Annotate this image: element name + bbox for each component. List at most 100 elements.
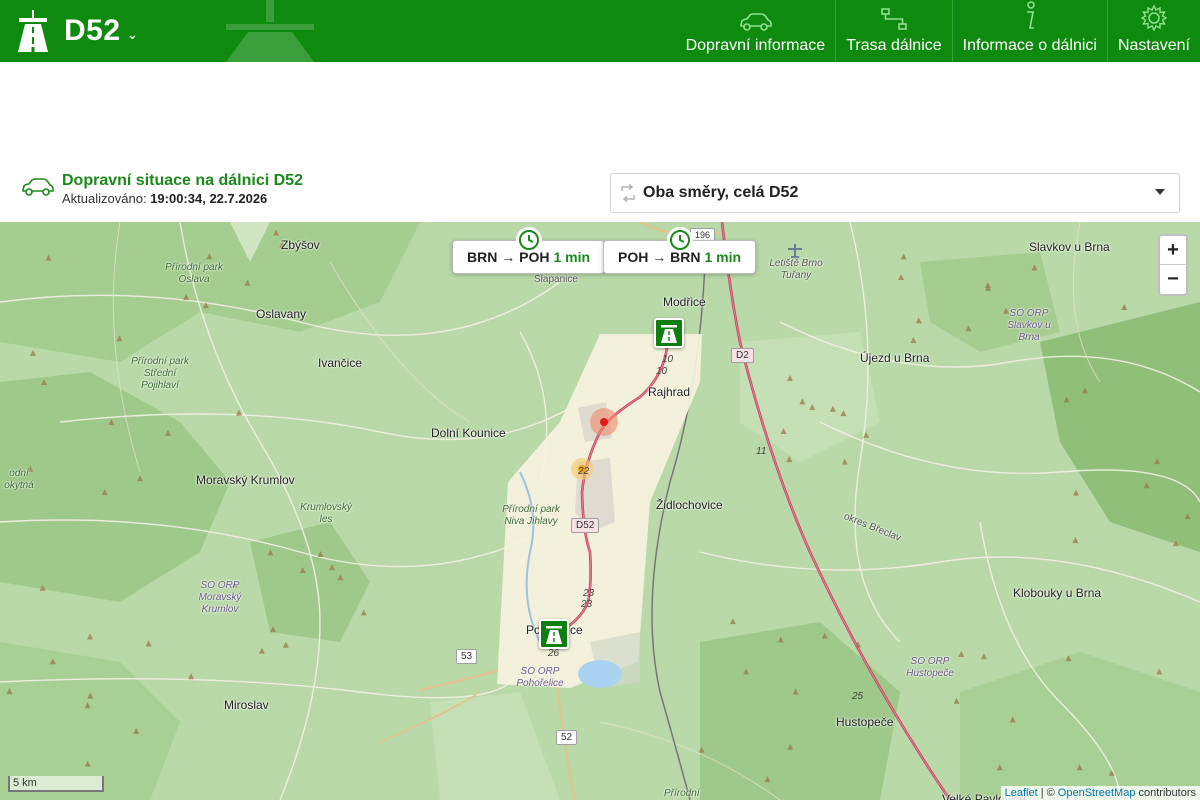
- tree-symbol: [1072, 489, 1079, 496]
- tree-symbol: [317, 551, 324, 558]
- travel-time: 1 min: [553, 249, 591, 265]
- tree-symbol: [1063, 396, 1070, 403]
- km-marker: 10: [662, 354, 674, 365]
- tree-symbol: [829, 405, 836, 412]
- tree-symbol: [267, 549, 274, 556]
- tree-symbol: [329, 564, 336, 571]
- park-label: Přírodní park Střední Pojihlaví: [131, 356, 189, 391]
- tree-symbol: [1072, 537, 1079, 544]
- zoom-control: + −: [1158, 234, 1188, 296]
- place-label: Moravský Krumlov: [196, 473, 295, 487]
- tree-symbol: [799, 398, 806, 405]
- travel-time: 1 min: [704, 249, 742, 265]
- nav-highway-info[interactable]: Informace o dálnici: [951, 0, 1107, 62]
- tree-symbol: [821, 632, 828, 639]
- highway-start-marker[interactable]: [654, 318, 684, 348]
- tree-symbol: [39, 584, 46, 591]
- gear-icon: [1140, 5, 1167, 31]
- nav-label: Dopravní informace: [685, 37, 826, 54]
- road-shield-d2: D2: [731, 348, 754, 363]
- place-label: Hustopeče: [836, 715, 894, 729]
- tree-symbol: [188, 673, 195, 680]
- tree-symbol: [764, 776, 771, 783]
- tree-symbol: [910, 337, 917, 344]
- highway-watermark-icon: [226, 0, 314, 62]
- nav-label: Informace o dálnici: [962, 37, 1097, 54]
- tree-symbol: [786, 374, 793, 381]
- travel-time-poh-brn[interactable]: POH → BRN 1 min: [603, 227, 757, 274]
- leaflet-link[interactable]: Leaflet: [1005, 787, 1038, 799]
- attribution-tail: contributors: [1138, 787, 1196, 799]
- direction-select[interactable]: Oba směry, celá D52: [610, 173, 1180, 213]
- car-icon: [22, 178, 54, 196]
- place-label: Dolní Kounice: [431, 426, 506, 440]
- top-bar: D52 ⌄ Dopravní informace Trasa dálnice I…: [0, 0, 1200, 62]
- km-marker: 25: [852, 691, 864, 702]
- tree-symbol: [1076, 764, 1083, 771]
- osm-link[interactable]: OpenStreetMap: [1058, 787, 1136, 799]
- tree-symbol: [45, 254, 52, 261]
- tree-symbol: [792, 688, 799, 695]
- tree-symbol: [1065, 655, 1072, 662]
- orp-label: SO ORP Pohořelice: [516, 666, 564, 689]
- tree-symbol: [1143, 482, 1150, 489]
- highway-icon: [546, 626, 562, 644]
- main-nav: Dopravní informace Trasa dálnice Informa…: [676, 0, 1200, 62]
- park-label: Přírodní: [664, 788, 700, 799]
- map[interactable]: Zbýšov Oslavany Ivančice Dolní Kounice M…: [0, 222, 1200, 800]
- tree-symbol: [729, 618, 736, 625]
- tree-symbol: [49, 658, 56, 665]
- tree-symbol: [777, 636, 784, 643]
- airport-label: Letiště Brno Tuřany: [769, 258, 823, 281]
- highway-selector[interactable]: D52 ⌄: [14, 10, 138, 52]
- nav-route[interactable]: Trasa dálnice: [835, 0, 951, 62]
- tree-symbol: [244, 279, 251, 286]
- place-label: Slavkov u Brna: [1029, 240, 1110, 254]
- tree-symbol: [900, 253, 907, 260]
- attribution-separator: | ©: [1040, 787, 1055, 799]
- place-label: Miroslav: [224, 698, 269, 712]
- last-updated-label: Aktualizováno:: [62, 191, 147, 206]
- tree-symbol: [863, 431, 870, 438]
- car-icon: [740, 13, 773, 31]
- zoom-out-button[interactable]: −: [1160, 265, 1186, 294]
- tree-symbol: [282, 641, 289, 648]
- travel-time-brn-poh[interactable]: BRN → POH 1 min: [452, 227, 606, 274]
- highway-logo-icon: [18, 10, 48, 52]
- tree-symbol: [137, 475, 144, 482]
- tree-symbol: [258, 647, 265, 654]
- road-shield-53: 53: [456, 649, 478, 664]
- tree-symbol: [133, 727, 140, 734]
- nav-traffic-info[interactable]: Dopravní informace: [676, 0, 836, 62]
- tree-symbol: [787, 743, 794, 750]
- place-label: Klobouky u Brna: [1013, 586, 1102, 600]
- place-label: Modřice: [663, 295, 706, 309]
- tree-symbol: [1031, 264, 1038, 271]
- tree-symbol: [6, 688, 13, 695]
- tree-symbol: [101, 489, 108, 496]
- zoom-in-button[interactable]: +: [1160, 236, 1186, 265]
- highway-end-marker[interactable]: [539, 619, 569, 649]
- tree-symbol: [116, 335, 123, 342]
- tree-symbol: [1108, 769, 1115, 776]
- place-label: Šlapanice: [534, 274, 578, 285]
- tree-symbol: [41, 379, 48, 386]
- tree-symbol: [84, 760, 91, 767]
- park-label: Krumlovský les: [300, 502, 352, 525]
- tree-symbol: [235, 409, 242, 416]
- tree-symbol: [360, 609, 367, 616]
- last-updated: Aktualizováno: 19:00:34, 22.7.2026: [62, 191, 267, 206]
- chevron-down-icon: ⌄: [126, 25, 139, 42]
- nav-label: Trasa dálnice: [846, 37, 942, 54]
- nav-settings[interactable]: Nastavení: [1106, 0, 1200, 62]
- info-icon: [1026, 1, 1035, 29]
- swap-direction-icon: [621, 184, 635, 202]
- road-shield-52: 52: [556, 730, 578, 745]
- orp-label: SO ORP Moravský Krumlov: [198, 580, 242, 615]
- map-scale: 5 km: [8, 776, 104, 792]
- km-marker: 11: [756, 446, 767, 457]
- orp-label: SO ORP Hustopeče: [906, 656, 954, 679]
- tree-symbol: [996, 764, 1003, 771]
- clock-icon: [666, 227, 693, 253]
- place-label: Zbýšov: [281, 238, 320, 252]
